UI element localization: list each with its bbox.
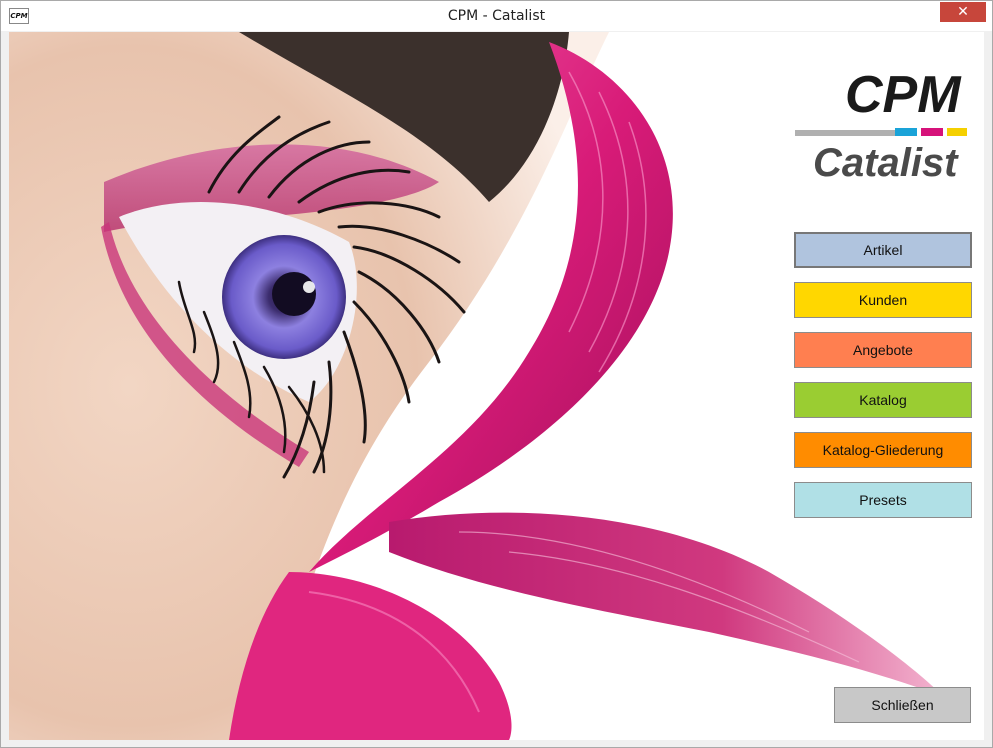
logo-product-text: Catalist [813, 141, 959, 185]
main-panel: CPM Catalist Artikel Kunden Angebote Kat… [9, 32, 984, 740]
schliessen-button[interactable]: Schließen [834, 687, 971, 723]
kunden-button[interactable]: Kunden [794, 282, 972, 318]
katalog-button[interactable]: Katalog [794, 382, 972, 418]
cpm-catalist-logo: CPM Catalist [795, 66, 967, 185]
logo-gray-stripe [795, 130, 895, 136]
logo-yellow-block [947, 128, 967, 136]
app-window: CPM CPM - Catalist ✕ CPM Catalist Artike… [0, 0, 993, 748]
title-bar[interactable]: CPM CPM - Catalist ✕ [1, 1, 992, 31]
angebote-button[interactable]: Angebote [794, 332, 972, 368]
artikel-button[interactable]: Artikel [794, 232, 972, 268]
logo-cyan-block [895, 128, 917, 136]
katalog-gliederung-button[interactable]: Katalog-Gliederung [794, 432, 972, 468]
window-close-button[interactable]: ✕ [940, 2, 986, 22]
logo-magenta-block [921, 128, 943, 136]
presets-button[interactable]: Presets [794, 482, 972, 518]
logo-brand-text: CPM [845, 66, 962, 124]
window-title: CPM - Catalist [447, 8, 546, 24]
